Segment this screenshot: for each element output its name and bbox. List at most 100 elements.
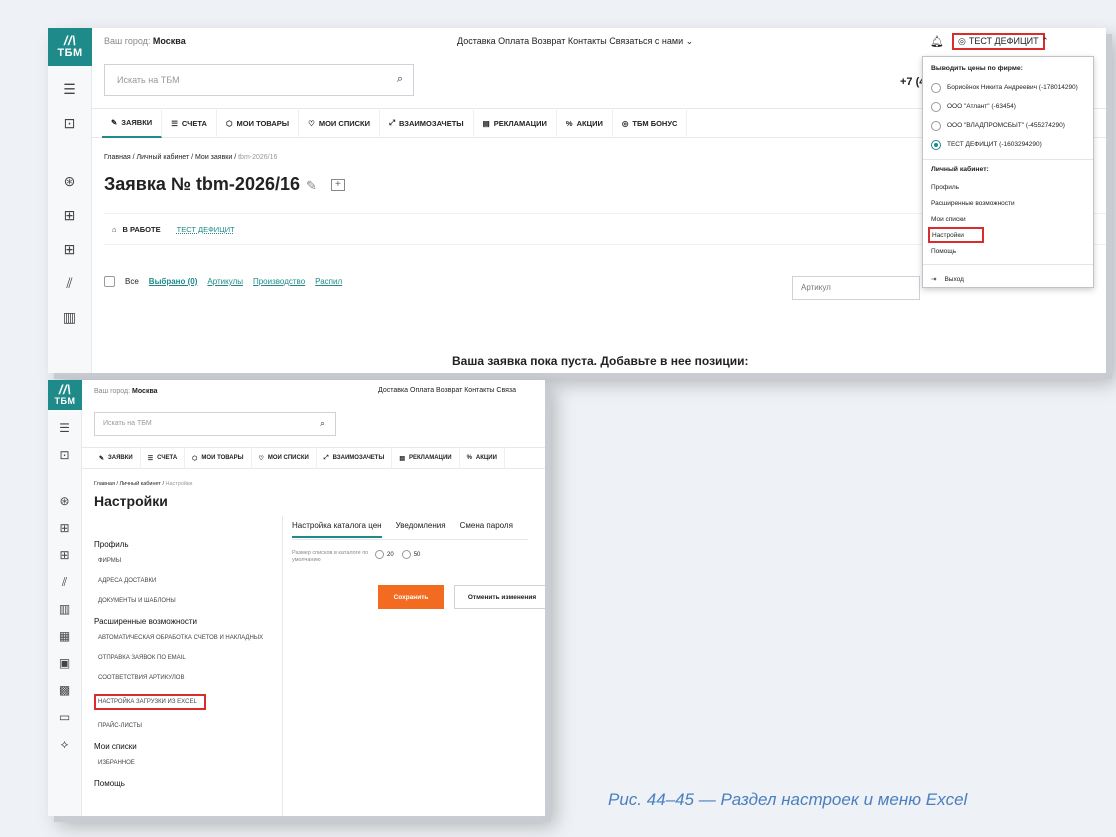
tab-my-lists[interactable]: ♡ МОИ СПИСКИ	[252, 447, 317, 469]
cancel-button[interactable]: Отменить изменения	[454, 585, 545, 609]
category-icon[interactable]: ⊞	[48, 204, 91, 226]
tab-my-goods[interactable]: ⬡ МОИ ТОВАРЫ	[217, 108, 300, 138]
tab-invoices[interactable]: ☰ СЧЕТА	[162, 108, 217, 138]
radio[interactable]	[931, 101, 941, 112]
catalog-icon[interactable]: ⊡	[48, 446, 81, 464]
search-input[interactable]: Искать на ТБМ ⌕	[94, 412, 336, 436]
select-all-checkbox[interactable]	[104, 276, 115, 287]
search-icon[interactable]: ⌕	[320, 418, 325, 429]
menu-icon[interactable]: ☰	[48, 78, 91, 100]
sidebar-item-article-mapping[interactable]: СООТВЕТСТВИЯ АРТИКУЛОВ	[98, 674, 282, 682]
category-icon[interactable]: ⟡	[48, 735, 81, 753]
city-value[interactable]: Москва	[132, 388, 158, 395]
page-size-label-20: 20	[387, 552, 394, 559]
tab-offsets[interactable]: ⤢ ВЗАИМОЗАЧЕТЫ	[380, 108, 474, 138]
add-icon[interactable]: +	[330, 179, 345, 192]
category-icon[interactable]: ⊞	[48, 519, 81, 537]
category-icon[interactable]: ▦	[48, 627, 81, 645]
menu-help[interactable]: Помощь	[931, 243, 1085, 259]
top-nav[interactable]: Доставка Оплата Возврат Контакты Связать…	[457, 36, 693, 47]
firm-link[interactable]: ТЕСТ ДЕФИЦИТ	[177, 225, 235, 234]
sidebar-item-favorites[interactable]: ИЗБРАННОЕ	[98, 759, 282, 767]
sidebar-item-documents[interactable]: ДОКУМЕНТЫ И ШАБЛОНЫ	[98, 597, 282, 605]
menu-advanced[interactable]: Расширенные возможности	[931, 195, 1085, 211]
sidebar-item-email-orders[interactable]: ОТПРАВКА ЗАЯВОК ПО EMAIL	[98, 654, 282, 662]
article-input[interactable]: Артикул	[792, 276, 920, 300]
tab-claims[interactable]: ▤ РЕКЛАМАЦИИ	[474, 108, 557, 138]
menu-my-lists[interactable]: Мои списки	[931, 211, 1085, 227]
tab-bonus[interactable]: ◎ ТБМ БОНУС	[613, 108, 688, 138]
crumb-item[interactable]: Личный кабинет	[137, 154, 190, 161]
filter-articles[interactable]: Артикулы	[207, 277, 243, 286]
top-nav[interactable]: Доставка Оплата Возврат Контакты Связа	[378, 387, 516, 394]
tab-icon: ♡	[308, 118, 315, 128]
category-icon[interactable]: ▣	[48, 654, 81, 672]
user-menu-button[interactable]: ◎ ТЕСТ ДЕФИЦИТ ⌃	[952, 33, 1049, 50]
catalog-icon[interactable]: ⊡	[48, 112, 91, 134]
tab-my-goods[interactable]: ⬡ МОИ ТОВАРЫ	[185, 447, 252, 469]
radio[interactable]	[931, 120, 941, 131]
tab-label: СЧЕТА	[181, 118, 207, 128]
category-icon[interactable]: ▩	[48, 681, 81, 699]
category-icon[interactable]: ▥	[48, 306, 91, 328]
search-placeholder: Искать на ТБМ	[117, 75, 180, 85]
tab-my-lists[interactable]: ♡ МОИ СПИСКИ	[299, 108, 380, 138]
firm-option[interactable]: ООО "ВЛАДПРОМСБЫТ" (-455274290)	[931, 116, 1085, 135]
tbm-logo[interactable]: //\ ТБМ	[48, 380, 82, 410]
tab-change-password[interactable]: Смена пароля	[460, 521, 513, 538]
menu-icon[interactable]: ☰	[48, 419, 81, 437]
category-icon[interactable]: ⊞	[48, 238, 91, 260]
crumb-item[interactable]: Личный кабинет	[120, 481, 161, 487]
settings-sidebar: Профиль ФИРМЫ АДРЕСА ДОСТАВКИ ДОКУМЕНТЫ …	[94, 528, 282, 796]
menu-settings[interactable]: Настройки	[928, 227, 984, 243]
sidebar-item-addresses[interactable]: АДРЕСА ДОСТАВКИ	[98, 577, 282, 585]
filter-cutting[interactable]: Распил	[315, 277, 342, 286]
category-icon[interactable]: ⫽	[48, 272, 91, 294]
tab-invoices[interactable]: ☰ СЧЕТА	[141, 447, 186, 469]
crumb-item[interactable]: Главная	[104, 154, 131, 161]
category-icon[interactable]: ▭	[48, 708, 81, 726]
sidebar-item-price-lists[interactable]: ПРАЙС-ЛИСТЫ	[98, 722, 282, 730]
filter-production[interactable]: Производство	[253, 277, 305, 286]
tab-offsets[interactable]: ⤢ ВЗАИМОЗАЧЕТЫ	[317, 447, 393, 469]
bell-icon[interactable]: 🔔︎	[930, 35, 944, 48]
edit-icon[interactable]: ✎	[306, 178, 317, 193]
tab-catalog-prices[interactable]: Настройка каталога цен	[292, 521, 382, 538]
tbm-logo[interactable]: //\ ТБМ	[48, 28, 92, 66]
category-icon[interactable]: ⊛	[48, 170, 91, 192]
save-button[interactable]: Сохранить	[378, 585, 444, 609]
crumb-item[interactable]: Главная	[94, 481, 115, 487]
radio[interactable]	[401, 550, 411, 559]
firm-option[interactable]: ООО "Атлант" (-63454)	[931, 97, 1085, 116]
category-icon[interactable]: ⊛	[48, 492, 81, 510]
tab-orders[interactable]: ✎ ЗАЯВКИ	[92, 447, 141, 469]
search-input[interactable]: Искать на ТБМ ⌕	[104, 64, 414, 96]
tab-claims[interactable]: ▤ РЕКЛАМАЦИИ	[392, 447, 460, 469]
tab-label: ТБМ БОНУС	[632, 118, 678, 128]
category-icon[interactable]: ⊞	[48, 546, 81, 564]
crumb-item[interactable]: Мои заявки	[195, 154, 232, 161]
page-size-50[interactable]: 50	[401, 550, 420, 559]
sidebar-item-firms[interactable]: ФИРМЫ	[98, 557, 282, 565]
tab-icon: ♡	[258, 455, 264, 462]
menu-exit[interactable]: ⇥ Выход	[931, 271, 1085, 287]
logo-text: ТБМ	[54, 396, 76, 406]
tab-promo[interactable]: % АКЦИИ	[460, 447, 505, 469]
sidebar-item-excel-import[interactable]: НАСТРОЙКА ЗАГРУЗКИ ИЗ EXCEL	[94, 694, 206, 710]
category-icon[interactable]: ⫽	[48, 573, 81, 591]
firm-option[interactable]: ТЕСТ ДЕФИЦИТ (-1603294290)	[931, 135, 1085, 154]
tab-orders[interactable]: ✎ ЗАЯВКИ	[102, 108, 163, 138]
sidebar-item-auto-processing[interactable]: АВТОМАТИЧЕСКАЯ ОБРАБОТКА СЧЕТОВ И НАКЛАД…	[98, 634, 282, 642]
search-icon[interactable]: ⌕	[397, 73, 403, 86]
radio[interactable]	[375, 550, 384, 559]
tab-notifications[interactable]: Уведомления	[396, 521, 446, 538]
radio[interactable]	[931, 82, 941, 93]
tab-promo[interactable]: % АКЦИИ	[557, 108, 613, 138]
selected-dropdown[interactable]: Выбрано (0)	[149, 277, 198, 286]
radio-selected[interactable]	[931, 139, 941, 150]
city-value[interactable]: Москва	[153, 36, 186, 46]
firm-option[interactable]: Борисёнок Никита Андреевич (-178014290)	[931, 78, 1085, 97]
category-icon[interactable]: ▥	[48, 600, 81, 618]
page-size-20[interactable]: 20	[375, 550, 394, 559]
menu-profile[interactable]: Профиль	[931, 179, 1085, 195]
